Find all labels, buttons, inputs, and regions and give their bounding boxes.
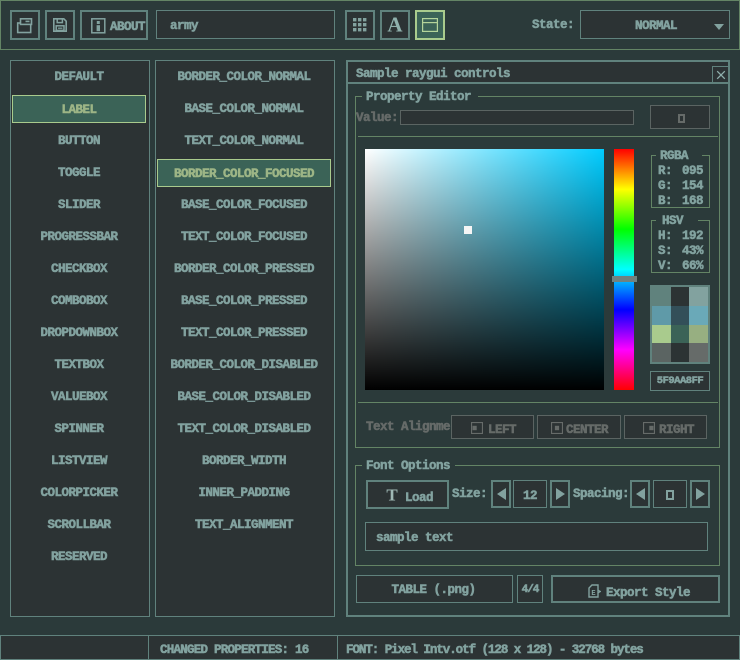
svg-text:E: E — [591, 590, 595, 598]
svg-text:A: A — [387, 15, 403, 35]
svg-text:T: T — [386, 486, 398, 504]
